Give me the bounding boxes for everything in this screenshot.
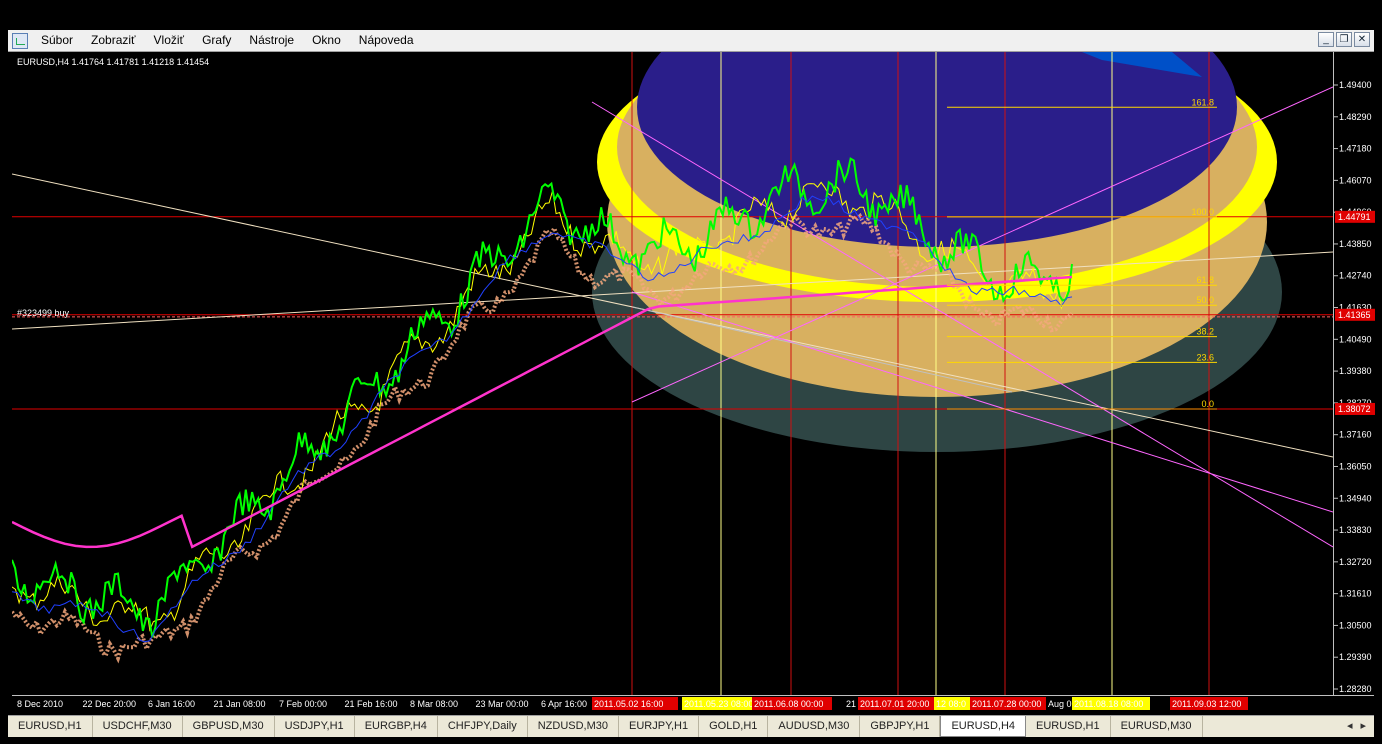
date-tick-label: 8 Dec 2010 bbox=[17, 699, 63, 709]
date-tick-label: 6 Jan 16:00 bbox=[148, 699, 195, 709]
date-tag-label: Aug 0 bbox=[1048, 699, 1072, 709]
menu-window[interactable]: Okno bbox=[303, 30, 350, 51]
tab-scroll-arrows: ◂ ▸ bbox=[1339, 716, 1374, 737]
price-tick-label: 1.39380 bbox=[1339, 366, 1372, 376]
price-chart[interactable]: 161.8 100.0 61.8 50.0 38.2 23.6 0.0 EURUSD,H4 … bbox=[12, 52, 1333, 695]
chart-tab[interactable]: AUDUSD,M30 bbox=[768, 716, 861, 737]
chart-tab[interactable]: EURGBP,H4 bbox=[355, 716, 438, 737]
chart-tab[interactable]: GBPJPY,H1 bbox=[860, 716, 941, 737]
menu-view[interactable]: Zobraziť bbox=[82, 30, 145, 51]
tab-scroll-left-icon[interactable]: ◂ bbox=[1347, 716, 1353, 737]
price-tick-label: 1.43850 bbox=[1339, 239, 1372, 249]
menu-bar: Súbor Zobraziť Vložiť Grafy Nástroje Okn… bbox=[8, 30, 1374, 52]
date-tag-label: 2011.09.03 12:00 bbox=[1172, 699, 1241, 709]
fibo-level-label: 0.0 bbox=[1201, 399, 1214, 409]
price-tag-label: 1.41365 bbox=[1338, 310, 1371, 320]
fibo-level-label: 23.6 bbox=[1196, 352, 1214, 362]
price-tick-label: 1.29390 bbox=[1339, 652, 1372, 662]
date-axis-labels: 8 Dec 2010 22 Dec 20:00 6 Jan 16:00 21 Jan … bbox=[17, 697, 1248, 710]
date-tick-label: 22 Dec 20:00 bbox=[83, 699, 137, 709]
tab-scroll-right-icon[interactable]: ▸ bbox=[1360, 716, 1366, 737]
price-tick-label: 1.37160 bbox=[1339, 430, 1372, 440]
price-tick-label: 1.47180 bbox=[1339, 144, 1372, 154]
price-tick-label: 1.36050 bbox=[1339, 461, 1372, 471]
price-tick-label: 1.34940 bbox=[1339, 493, 1372, 503]
chart-tab[interactable]: EURUSD,H4 bbox=[940, 716, 1027, 737]
menu-tools[interactable]: Nástroje bbox=[240, 30, 303, 51]
menu-charts[interactable]: Grafy bbox=[193, 30, 240, 51]
date-tag-label: 2011.07.28 00:00 bbox=[972, 699, 1041, 709]
menu-file[interactable]: Súbor bbox=[32, 30, 82, 51]
chart-window-icon[interactable] bbox=[12, 32, 28, 49]
price-tag-label: 1.38072 bbox=[1338, 404, 1371, 414]
date-tick-label: 21 Jan 08:00 bbox=[214, 699, 266, 709]
price-tick-label: 1.32720 bbox=[1339, 557, 1372, 567]
chart-tab-bar: EURUSD,H1 USDCHF,M30 GBPUSD,M30 USDJPY,H1 EU… bbox=[8, 715, 1374, 737]
chart-tab[interactable]: USDJPY,H1 bbox=[275, 716, 355, 737]
date-tick-label: 23 Mar 00:00 bbox=[476, 699, 529, 709]
menu-insert[interactable]: Vložiť bbox=[145, 30, 194, 51]
price-tag-label: 1.44791 bbox=[1338, 212, 1371, 222]
date-tag-label: 2011.06.08 00:00 bbox=[754, 699, 823, 709]
price-tick-label: 1.48290 bbox=[1339, 112, 1372, 122]
chart-tab[interactable]: EURUSD,M30 bbox=[1111, 716, 1203, 737]
date-tick-label: 7 Feb 00:00 bbox=[279, 699, 327, 709]
price-tick-label: 1.46070 bbox=[1339, 175, 1372, 185]
close-button[interactable]: ✕ bbox=[1354, 32, 1370, 47]
restore-button[interactable]: ❐ bbox=[1336, 32, 1352, 47]
date-axis[interactable]: 8 Dec 2010 22 Dec 20:00 6 Jan 16:00 21 Jan … bbox=[12, 695, 1374, 712]
date-tag-label: 2011.08.18 08:00 bbox=[1074, 699, 1143, 709]
price-axis-labels: 1.494001.482901.471801.460701.449601.438… bbox=[1334, 80, 1375, 694]
price-axis[interactable]: 1.494001.482901.471801.460701.449601.438… bbox=[1333, 52, 1375, 695]
date-tag-label: 21 bbox=[846, 699, 856, 709]
window-controls: _ ❐ ✕ bbox=[1318, 32, 1370, 47]
chart-tab[interactable]: EURUSD,H1 bbox=[8, 716, 93, 737]
date-tick-label: 21 Feb 16:00 bbox=[345, 699, 398, 709]
date-tick-label: 8 Mar 08:00 bbox=[410, 699, 458, 709]
date-tick-label: 6 Apr 16:00 bbox=[541, 699, 587, 709]
date-tag-label: 2011.07.01 20:00 bbox=[860, 699, 929, 709]
fibo-level-label: 50.0 bbox=[1196, 295, 1214, 305]
menu-help[interactable]: Nápoveda bbox=[350, 30, 423, 51]
date-tag-label: 12 08:0 bbox=[936, 699, 966, 709]
chart-tab[interactable]: GBPUSD,M30 bbox=[183, 716, 275, 737]
chart-tab[interactable]: CHFJPY,Daily bbox=[438, 716, 528, 737]
price-tick-label: 1.28280 bbox=[1339, 684, 1372, 694]
fibo-level-label: 61.8 bbox=[1196, 275, 1214, 285]
chart-header: EURUSD,H4 1.41764 1.41781 1.41218 1.4145… bbox=[17, 57, 209, 67]
chart-tab[interactable]: EURUSD,H1 bbox=[1026, 716, 1111, 737]
price-tick-label: 1.40490 bbox=[1339, 334, 1372, 344]
price-tick-label: 1.31610 bbox=[1339, 589, 1372, 599]
price-tick-label: 1.33830 bbox=[1339, 525, 1372, 535]
minimize-button[interactable]: _ bbox=[1318, 32, 1334, 47]
chart-tab[interactable]: NZDUSD,M30 bbox=[528, 716, 620, 737]
date-tag-label: 2011.05.23 08:00 bbox=[684, 699, 753, 709]
price-tick-label: 1.30500 bbox=[1339, 620, 1372, 630]
fibo-level-label: 38.2 bbox=[1196, 327, 1214, 337]
chart-tab[interactable]: GOLD,H1 bbox=[699, 716, 769, 737]
order-label: #323499 buy bbox=[17, 308, 70, 318]
chart-area[interactable]: 161.8 100.0 61.8 50.0 38.2 23.6 0.0 EURUSD,H4 … bbox=[12, 52, 1333, 695]
fibo-level-label: 161.8 bbox=[1191, 97, 1214, 107]
fibo-level-label: 100.0 bbox=[1191, 207, 1214, 217]
price-tick-label: 1.49400 bbox=[1339, 80, 1372, 90]
price-tick-label: 1.42740 bbox=[1339, 271, 1372, 281]
chart-tab[interactable]: EURJPY,H1 bbox=[619, 716, 700, 737]
chart-tab[interactable]: USDCHF,M30 bbox=[93, 716, 183, 737]
date-tag-label: 2011.05.02 16:00 bbox=[594, 699, 663, 709]
